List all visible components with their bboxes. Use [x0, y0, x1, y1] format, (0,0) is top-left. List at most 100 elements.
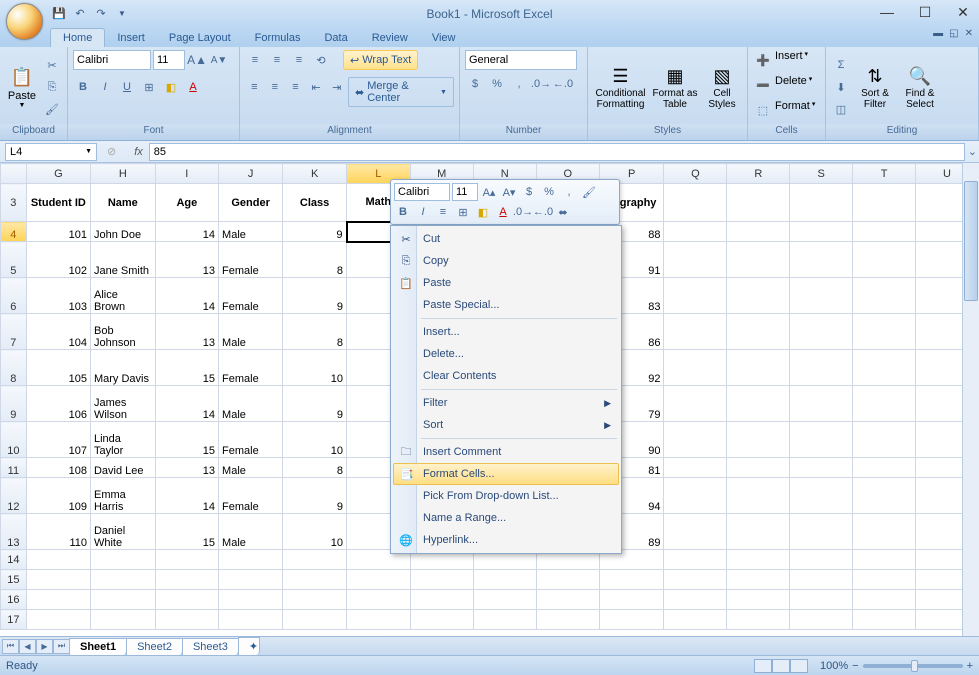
cell[interactable]: 15 [155, 350, 218, 386]
cell[interactable] [473, 570, 536, 590]
cell[interactable] [155, 550, 218, 570]
new-sheet-button[interactable]: ✦ [238, 637, 260, 655]
cell[interactable] [155, 570, 218, 590]
cell[interactable] [410, 590, 473, 610]
align-left-icon[interactable]: ≡ [245, 77, 264, 97]
fx-icon[interactable]: fx [134, 146, 143, 158]
cell[interactable] [853, 278, 916, 314]
cell[interactable] [664, 458, 727, 478]
col-header-K[interactable]: K [283, 164, 347, 184]
cell[interactable]: 8 [283, 458, 347, 478]
sheet-tab-3[interactable]: Sheet3 [182, 638, 239, 655]
row-header-11[interactable]: 11 [1, 458, 27, 478]
cell[interactable] [536, 570, 599, 590]
ctx-pick-list[interactable]: Pick From Drop-down List... [393, 485, 619, 507]
zoom-level[interactable]: 100% [820, 660, 848, 672]
cell[interactable]: 110 [26, 514, 90, 550]
cell[interactable] [853, 550, 916, 570]
ctx-hyperlink[interactable]: 🌐Hyperlink... [393, 529, 619, 551]
number-format-select[interactable] [465, 50, 577, 70]
zoom-slider[interactable] [863, 664, 963, 668]
cell[interactable]: David Lee [90, 458, 155, 478]
align-center-icon[interactable]: ≡ [434, 203, 452, 221]
cell[interactable]: 106 [26, 386, 90, 422]
cell[interactable] [790, 590, 853, 610]
cell[interactable] [727, 550, 790, 570]
cell[interactable] [347, 570, 411, 590]
cell[interactable] [664, 478, 727, 514]
cell[interactable]: 101 [26, 222, 90, 242]
cell[interactable] [727, 570, 790, 590]
cell[interactable]: Female [219, 278, 283, 314]
paste-button[interactable]: 📋 Paste ▼ [5, 54, 39, 120]
wrap-text-button[interactable]: ↩Wrap Text [343, 50, 418, 70]
cell[interactable] [219, 570, 283, 590]
shrink-font-icon[interactable]: A▼ [209, 50, 229, 70]
inc-decimal-icon[interactable]: .0→ [531, 74, 551, 94]
cell[interactable] [664, 314, 727, 350]
cell[interactable] [155, 610, 218, 630]
cell[interactable] [664, 514, 727, 550]
cell[interactable]: Gender [219, 184, 283, 222]
undo-icon[interactable]: ↶ [71, 5, 89, 23]
expand-formula-bar-icon[interactable]: ⌄ [968, 145, 977, 158]
cell[interactable]: Male [219, 386, 283, 422]
autosum-icon[interactable]: Σ [831, 55, 851, 75]
align-bottom-icon[interactable]: ≡ [289, 50, 309, 70]
bold-button[interactable]: B [73, 77, 93, 97]
row-header-7[interactable]: 7 [1, 314, 27, 350]
cell[interactable] [853, 458, 916, 478]
col-header-S[interactable]: S [790, 164, 853, 184]
cell[interactable]: 15 [155, 514, 218, 550]
tab-formulas[interactable]: Formulas [243, 29, 313, 47]
page-layout-view-icon[interactable] [772, 659, 790, 673]
save-icon[interactable]: 💾 [50, 5, 68, 23]
cell[interactable] [664, 242, 727, 278]
cell[interactable]: 15 [155, 422, 218, 458]
italic-button[interactable]: I [95, 77, 115, 97]
cell[interactable]: 13 [155, 242, 218, 278]
cell[interactable] [283, 590, 347, 610]
cell[interactable]: 102 [26, 242, 90, 278]
first-sheet-icon[interactable]: ⏮ [2, 639, 19, 654]
cell[interactable] [219, 550, 283, 570]
merge-icon[interactable]: ⬌ [554, 203, 572, 221]
cell[interactable] [853, 242, 916, 278]
cell[interactable]: John Doe [90, 222, 155, 242]
cell[interactable]: Male [219, 314, 283, 350]
cell[interactable]: 104 [26, 314, 90, 350]
align-right-icon[interactable]: ≡ [286, 77, 305, 97]
cell[interactable]: 8 [283, 314, 347, 350]
bold-button[interactable]: B [394, 203, 412, 221]
page-break-view-icon[interactable] [790, 659, 808, 673]
font-size-select[interactable] [153, 50, 185, 70]
next-sheet-icon[interactable]: ▶ [36, 639, 53, 654]
cell[interactable] [790, 570, 853, 590]
cell[interactable]: 13 [155, 314, 218, 350]
col-header-I[interactable]: I [155, 164, 218, 184]
cell[interactable] [790, 550, 853, 570]
dec-decimal-icon[interactable]: ←.0 [553, 74, 573, 94]
cell[interactable] [473, 590, 536, 610]
cell[interactable]: Mary Davis [90, 350, 155, 386]
ctx-format-cells[interactable]: 📑Format Cells... [393, 463, 619, 485]
cell[interactable]: 14 [155, 278, 218, 314]
cell[interactable] [853, 386, 916, 422]
cell[interactable]: Linda Taylor [90, 422, 155, 458]
format-as-table-button[interactable]: ▦Format as Table [651, 54, 699, 120]
cell[interactable] [219, 590, 283, 610]
cell[interactable] [410, 570, 473, 590]
cell[interactable] [790, 478, 853, 514]
prev-sheet-icon[interactable]: ◀ [19, 639, 36, 654]
cell[interactable] [26, 590, 90, 610]
cell[interactable]: 107 [26, 422, 90, 458]
cell[interactable] [853, 590, 916, 610]
cell[interactable]: Male [219, 222, 283, 242]
format-cells-button[interactable]: ⬚Format▾ [753, 100, 815, 120]
cell[interactable] [664, 386, 727, 422]
cell[interactable]: Bob Johnson [90, 314, 155, 350]
cell[interactable] [727, 514, 790, 550]
cancel-icon[interactable]: ⊘ [107, 145, 116, 158]
cell[interactable] [853, 514, 916, 550]
ctx-paste-special[interactable]: Paste Special... [393, 294, 619, 316]
